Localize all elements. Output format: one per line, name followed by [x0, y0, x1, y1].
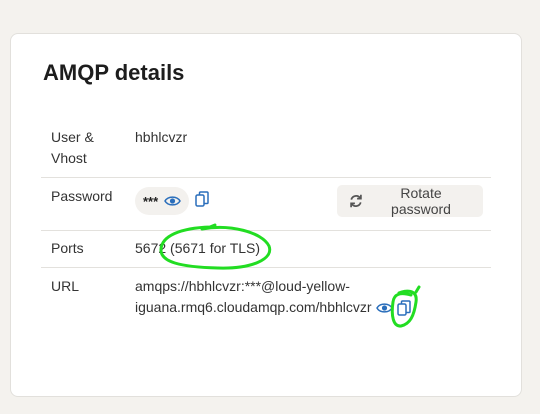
ports-value: 5672 (5671 for TLS): [135, 240, 261, 256]
amqp-details-card: AMQP details User & Vhost hbhlcvzr Passw…: [10, 33, 522, 397]
user-label: User &: [51, 129, 94, 145]
eye-icon[interactable]: [164, 195, 182, 207]
password-mask: ***: [143, 193, 159, 209]
rotate-password-label: Rotate password: [391, 185, 451, 217]
url-value: amqps://hbhlcvzr:***@loud-yellow- iguana…: [135, 276, 411, 318]
user-vhost-value: hbhlcvzr: [135, 129, 188, 145]
password-row: Password *** Rotate password: [41, 177, 491, 231]
refresh-icon: [349, 194, 363, 208]
password-field: ***: [135, 187, 190, 215]
user-vhost-row: User & Vhost hbhlcvzr: [41, 119, 491, 178]
url-eye-icon[interactable]: [375, 302, 393, 314]
url-label: URL: [51, 278, 80, 294]
user-vhost-label: User & Vhost: [51, 127, 94, 169]
copy-password-icon[interactable]: [195, 191, 209, 207]
section-title: AMQP details: [43, 60, 185, 85]
copy-url-icon[interactable]: [396, 299, 411, 316]
url-line-1: amqps://hbhlcvzr:***@loud-yellow-: [135, 278, 350, 294]
rotate-password-button[interactable]: Rotate password: [337, 185, 483, 217]
vhost-label: Vhost: [51, 150, 87, 166]
ports-label: Ports: [51, 240, 84, 256]
password-label: Password: [51, 188, 113, 204]
url-row: URL amqps://hbhlcvzr:***@loud-yellow- ig…: [41, 267, 491, 327]
ports-row: Ports 5672 (5671 for TLS): [41, 230, 491, 268]
url-line-2: iguana.rmq6.cloudamqp.com/hbhlcvzr: [135, 299, 372, 315]
